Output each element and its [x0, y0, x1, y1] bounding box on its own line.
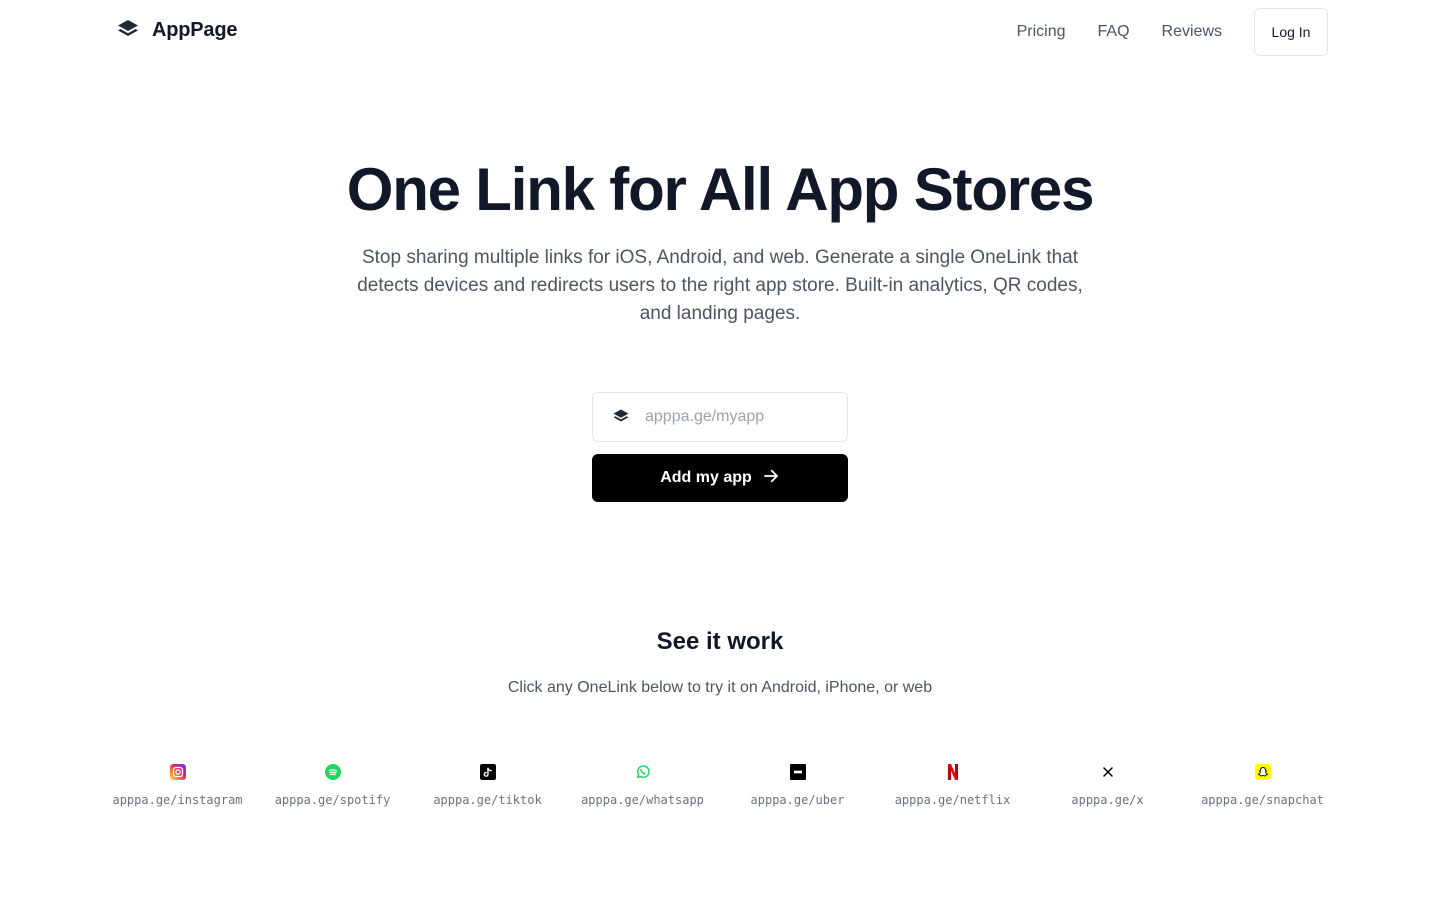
spotify-icon — [324, 764, 341, 780]
demo-link-url: apppa.ge/snapchat — [1201, 793, 1324, 807]
arrow-right-icon — [762, 467, 780, 490]
demo-section-subtitle: Click any OneLink below to try it on And… — [507, 679, 933, 696]
nav-link-faq[interactable]: FAQ — [1098, 23, 1130, 41]
hero-subtitle: Stop sharing multiple links for iOS, And… — [357, 247, 1083, 324]
demo-link-url: apppa.ge/tiktok — [433, 793, 542, 807]
demo-link-instagram[interactable]: apppa.ge/instagram — [100, 764, 255, 807]
demo-link-whatsapp[interactable]: apppa.ge/whatsapp — [565, 764, 720, 807]
demo-link-url: apppa.ge/netflix — [894, 793, 1011, 807]
demo-app-links: apppa.ge/instagram apppa.ge/spotify appp… — [100, 764, 1340, 807]
layers-icon — [116, 18, 140, 42]
demo-link-url: apppa.ge/uber — [750, 793, 845, 807]
demo-link-spotify[interactable]: apppa.ge/spotify — [255, 764, 410, 807]
demo-link-url: apppa.ge/x — [1071, 793, 1144, 807]
add-my-app-button[interactable]: Add my app — [592, 454, 848, 502]
demo-link-x[interactable]: apppa.ge/x — [1030, 764, 1185, 807]
hero-title: One Link for All App Stores — [346, 156, 1095, 223]
main-nav: Pricing FAQ Reviews Log In — [1017, 8, 1328, 56]
demo-link-netflix[interactable]: apppa.ge/netflix — [875, 764, 1030, 807]
demo-link-snapchat[interactable]: apppa.ge/snapchat — [1185, 764, 1340, 807]
nav-link-reviews[interactable]: Reviews — [1162, 23, 1222, 41]
nav-link-pricing[interactable]: Pricing — [1017, 23, 1066, 41]
layers-icon — [611, 407, 631, 427]
whatsapp-icon — [635, 764, 651, 780]
demo-link-url: apppa.ge/spotify — [274, 793, 391, 807]
top-nav-bar: AppPage Pricing FAQ Reviews Log In — [0, 0, 1440, 64]
demo-link-url: apppa.ge/instagram — [112, 793, 243, 807]
demo-section-title: See it work — [656, 628, 784, 655]
demo-link-uber[interactable]: apppa.ge/uber — [720, 764, 875, 807]
demo-link-url: apppa.ge/whatsapp — [581, 793, 704, 807]
netflix-icon — [945, 764, 961, 780]
demo-link-tiktok[interactable]: apppa.ge/tiktok — [410, 764, 565, 807]
tiktok-icon — [479, 764, 496, 780]
brand-logo-link[interactable]: AppPage — [116, 18, 237, 42]
app-url-field[interactable] — [592, 392, 848, 442]
add-my-app-label: Add my app — [660, 469, 752, 486]
brand-name: AppPage — [152, 18, 238, 41]
login-button[interactable]: Log In — [1254, 8, 1328, 56]
instagram-icon — [169, 764, 186, 780]
app-url-input[interactable] — [645, 408, 825, 426]
x-icon — [1100, 764, 1116, 780]
snapchat-icon — [1254, 764, 1271, 780]
uber-icon — [789, 764, 806, 780]
